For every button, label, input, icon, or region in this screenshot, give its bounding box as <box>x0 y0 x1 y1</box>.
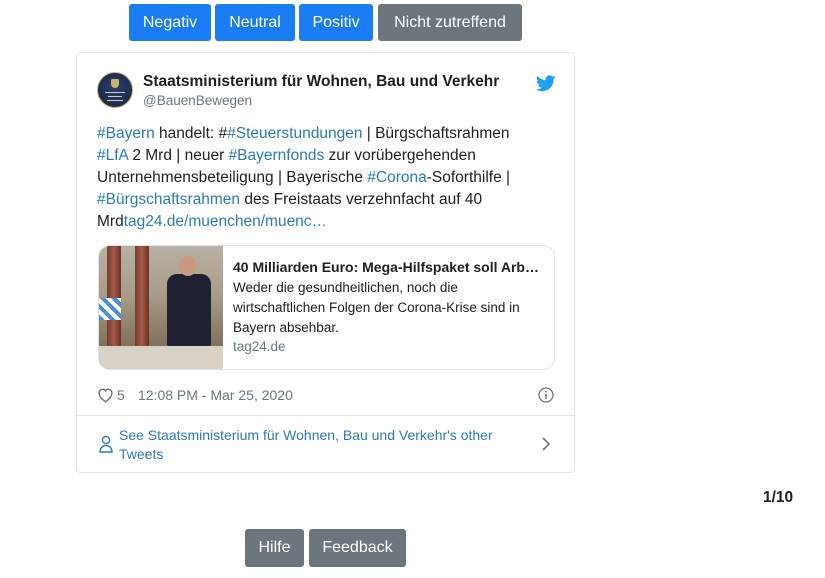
feedback-button[interactable]: Feedback <box>309 529 406 567</box>
hashtag-link[interactable]: #Bayern <box>97 125 155 142</box>
page-counter: 1/10 <box>763 489 794 506</box>
link-card-description: Weder die gesundheitlichen, noch die wir… <box>233 280 520 335</box>
tweet-text: #Bayern handelt: ##Steuerstundungen | Bü… <box>97 125 511 230</box>
info-icon[interactable] <box>538 387 554 403</box>
article-thumbnail <box>99 246 223 369</box>
neutral-button[interactable]: Neutral <box>215 4 295 41</box>
person-icon <box>99 435 113 453</box>
author-handle[interactable]: @BauenBewegen <box>143 93 252 108</box>
not-applicable-button[interactable]: Nicht zutreffend <box>378 4 522 41</box>
crest-icon <box>111 79 119 88</box>
hashtag-link[interactable]: #Corona <box>367 169 426 186</box>
link-card-title: 40 Milliarden Euro: Mega-Hilfspaket soll… <box>233 259 539 275</box>
chevron-right-icon <box>542 437 551 451</box>
hashtag-link[interactable]: #LfA <box>97 147 128 164</box>
link-card-domain: tag24.de <box>233 339 286 354</box>
avatar[interactable] <box>97 72 133 108</box>
tweet-timestamp[interactable]: 12:08 PM - Mar 25, 2020 <box>138 387 293 403</box>
see-other-tweets-text: See Staatsministerium für Wohnen, Bau un… <box>119 427 493 462</box>
heart-icon[interactable] <box>97 387 114 403</box>
bavarian-flag-icon <box>99 298 121 320</box>
url-link[interactable]: tag24.de/muenchen/muenc… <box>124 213 327 230</box>
twitter-bird-icon[interactable] <box>536 75 556 92</box>
author-name[interactable]: Staatsministerium für Wohnen, Bau und Ve… <box>143 73 499 91</box>
embedded-tweet: Staatsministerium für Wohnen, Bau und Ve… <box>76 52 575 473</box>
positive-button[interactable]: Positiv <box>299 4 373 41</box>
hashtag-link[interactable]: #Bayernfonds <box>229 147 325 164</box>
like-count: 5 <box>117 387 125 403</box>
hashtag-link[interactable]: #Steuerstundungen <box>227 125 362 142</box>
negative-button[interactable]: Negativ <box>129 4 211 41</box>
link-preview-card[interactable]: 40 Milliarden Euro: Mega-Hilfspaket soll… <box>98 245 555 370</box>
help-button[interactable]: Hilfe <box>245 529 304 567</box>
hashtag-link[interactable]: #Bürgschaftsrahmen <box>97 191 240 208</box>
see-other-tweets-link[interactable]: See Staatsministerium für Wohnen, Bau un… <box>77 416 574 472</box>
